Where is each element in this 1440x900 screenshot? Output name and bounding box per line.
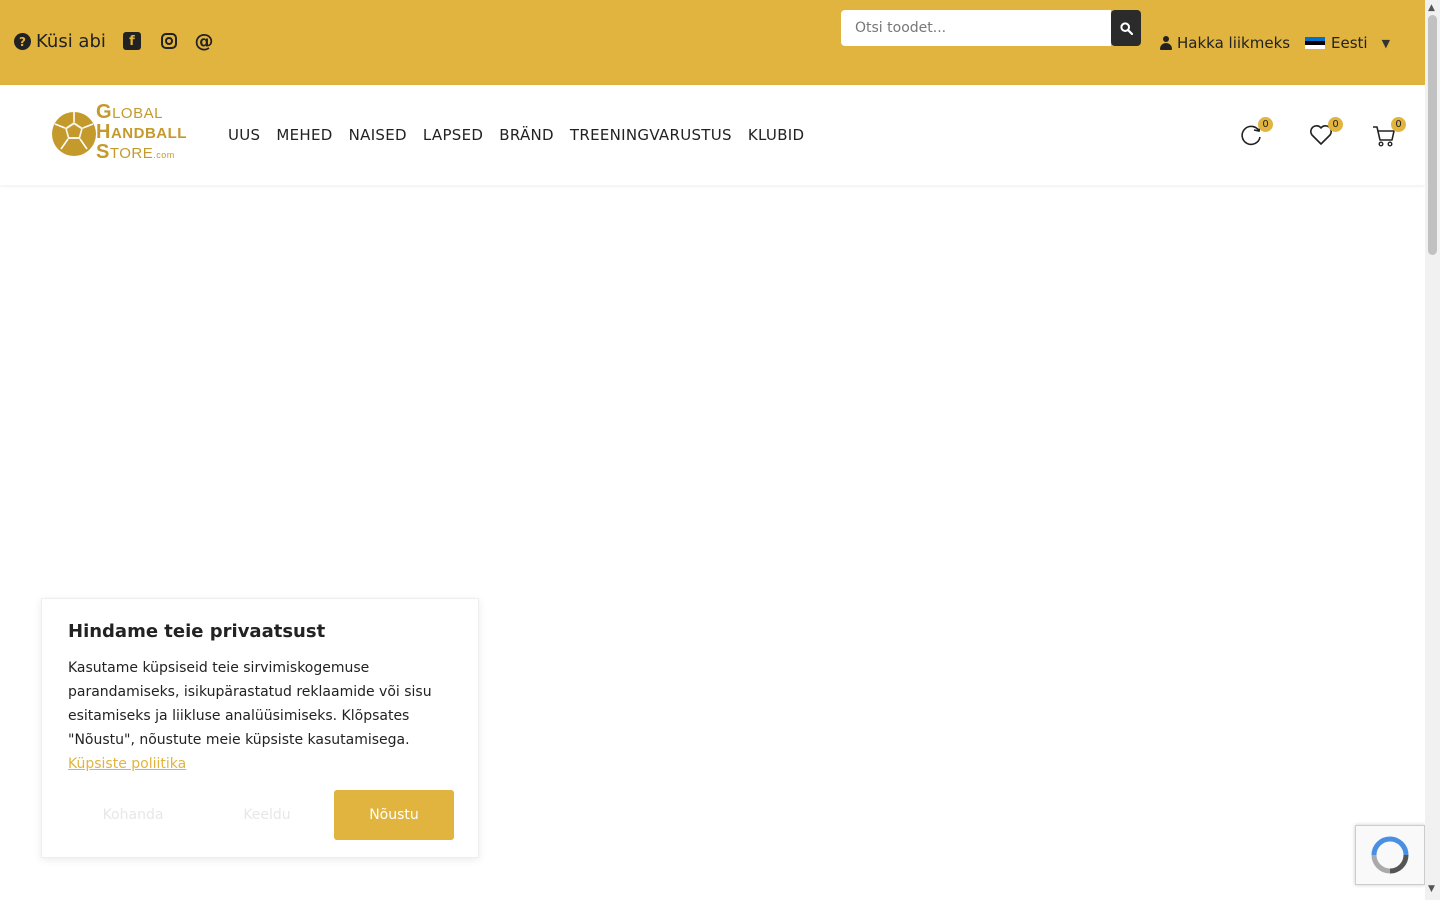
register-label: Hakka liikmeks [1177,34,1291,52]
language-label: Eesti [1331,34,1368,52]
menu-item-klubid[interactable]: KLUBID [748,126,805,144]
menu-item-mehed[interactable]: MEHED [276,126,332,144]
cookie-body: Kasutame küpsiseid teie sirvimiskogemuse… [68,656,448,776]
logo-suffix: .com [153,150,175,160]
search-button[interactable] [1111,10,1141,46]
language-selector[interactable]: Eesti ▼ [1305,34,1390,52]
cookie-body-text: Kasutame küpsiseid teie sirvimiskogemuse… [68,660,432,748]
search-icon [1119,21,1133,35]
menu-item-naised[interactable]: NAISED [349,126,407,144]
main-navbar: GLOBAL HANDBALL STORE.com UUS MEHED NAIS… [0,85,1425,185]
logo-text-line1: LOBAL [112,105,163,122]
cookie-consent-dialog: Hindame teie privaatsust Kasutame küpsis… [41,598,479,858]
compare-count-badge: 0 [1258,117,1273,132]
reject-button[interactable]: Keeldu [206,790,328,840]
customize-button[interactable]: Kohanda [72,790,194,840]
page-scrollbar[interactable]: ▲ ▼ [1425,0,1440,900]
recaptcha-icon [1371,836,1409,874]
logo-initial-g: G [96,101,113,123]
register-link[interactable]: Hakka liikmeks [1160,34,1290,52]
search-input[interactable] [841,10,1111,46]
instagram-icon[interactable] [160,32,178,50]
menu-item-treeningvarustus[interactable]: TREENINGVARUSTUS [570,126,732,144]
compare-button[interactable]: 0 [1238,117,1273,148]
facebook-icon[interactable]: f [123,32,141,50]
scroll-down-icon[interactable]: ▼ [1428,884,1435,894]
wishlist-button[interactable]: 0 [1308,117,1343,148]
logo-initial-s: S [96,141,110,163]
wishlist-count-badge: 0 [1328,117,1343,132]
cookie-policy-link[interactable]: Küpsiste poliitika [68,756,186,772]
handball-logo-icon [52,112,96,156]
cookie-title: Hindame teie privaatsust [68,621,326,642]
logo-initial-h: H [96,121,111,143]
user-icon [1160,36,1172,50]
cart-count-badge: 0 [1391,117,1406,132]
menu-item-lapsed[interactable]: LAPSED [423,126,483,144]
menu-item-brand[interactable]: BRÄND [499,126,554,144]
scroll-up-icon[interactable]: ▲ [1428,3,1435,13]
help-label: Küsi abi [36,31,106,52]
logo-text-line3: TORE [109,145,154,162]
email-at-icon[interactable]: @ [195,30,214,52]
menu-item-uus[interactable]: UUS [228,126,260,144]
estonia-flag-icon [1305,36,1325,50]
logo-text-line2: ANDBALL [110,125,187,142]
site-logo[interactable]: GLOBAL HANDBALL STORE.com [50,100,187,168]
accept-button[interactable]: Nõustu [334,790,454,840]
top-bar: ? Küsi abi f @ Hakka liikmeks Eesti ▼ [0,0,1425,85]
question-circle-icon: ? [14,33,31,50]
help-link[interactable]: ? Küsi abi [14,31,106,52]
main-menu: UUS MEHED NAISED LAPSED BRÄND TREENINGVA… [228,126,820,144]
recaptcha-badge[interactable] [1355,825,1425,885]
scrollbar-thumb[interactable] [1428,15,1437,255]
cart-button[interactable]: 0 [1371,117,1406,148]
caret-down-icon: ▼ [1381,36,1391,50]
